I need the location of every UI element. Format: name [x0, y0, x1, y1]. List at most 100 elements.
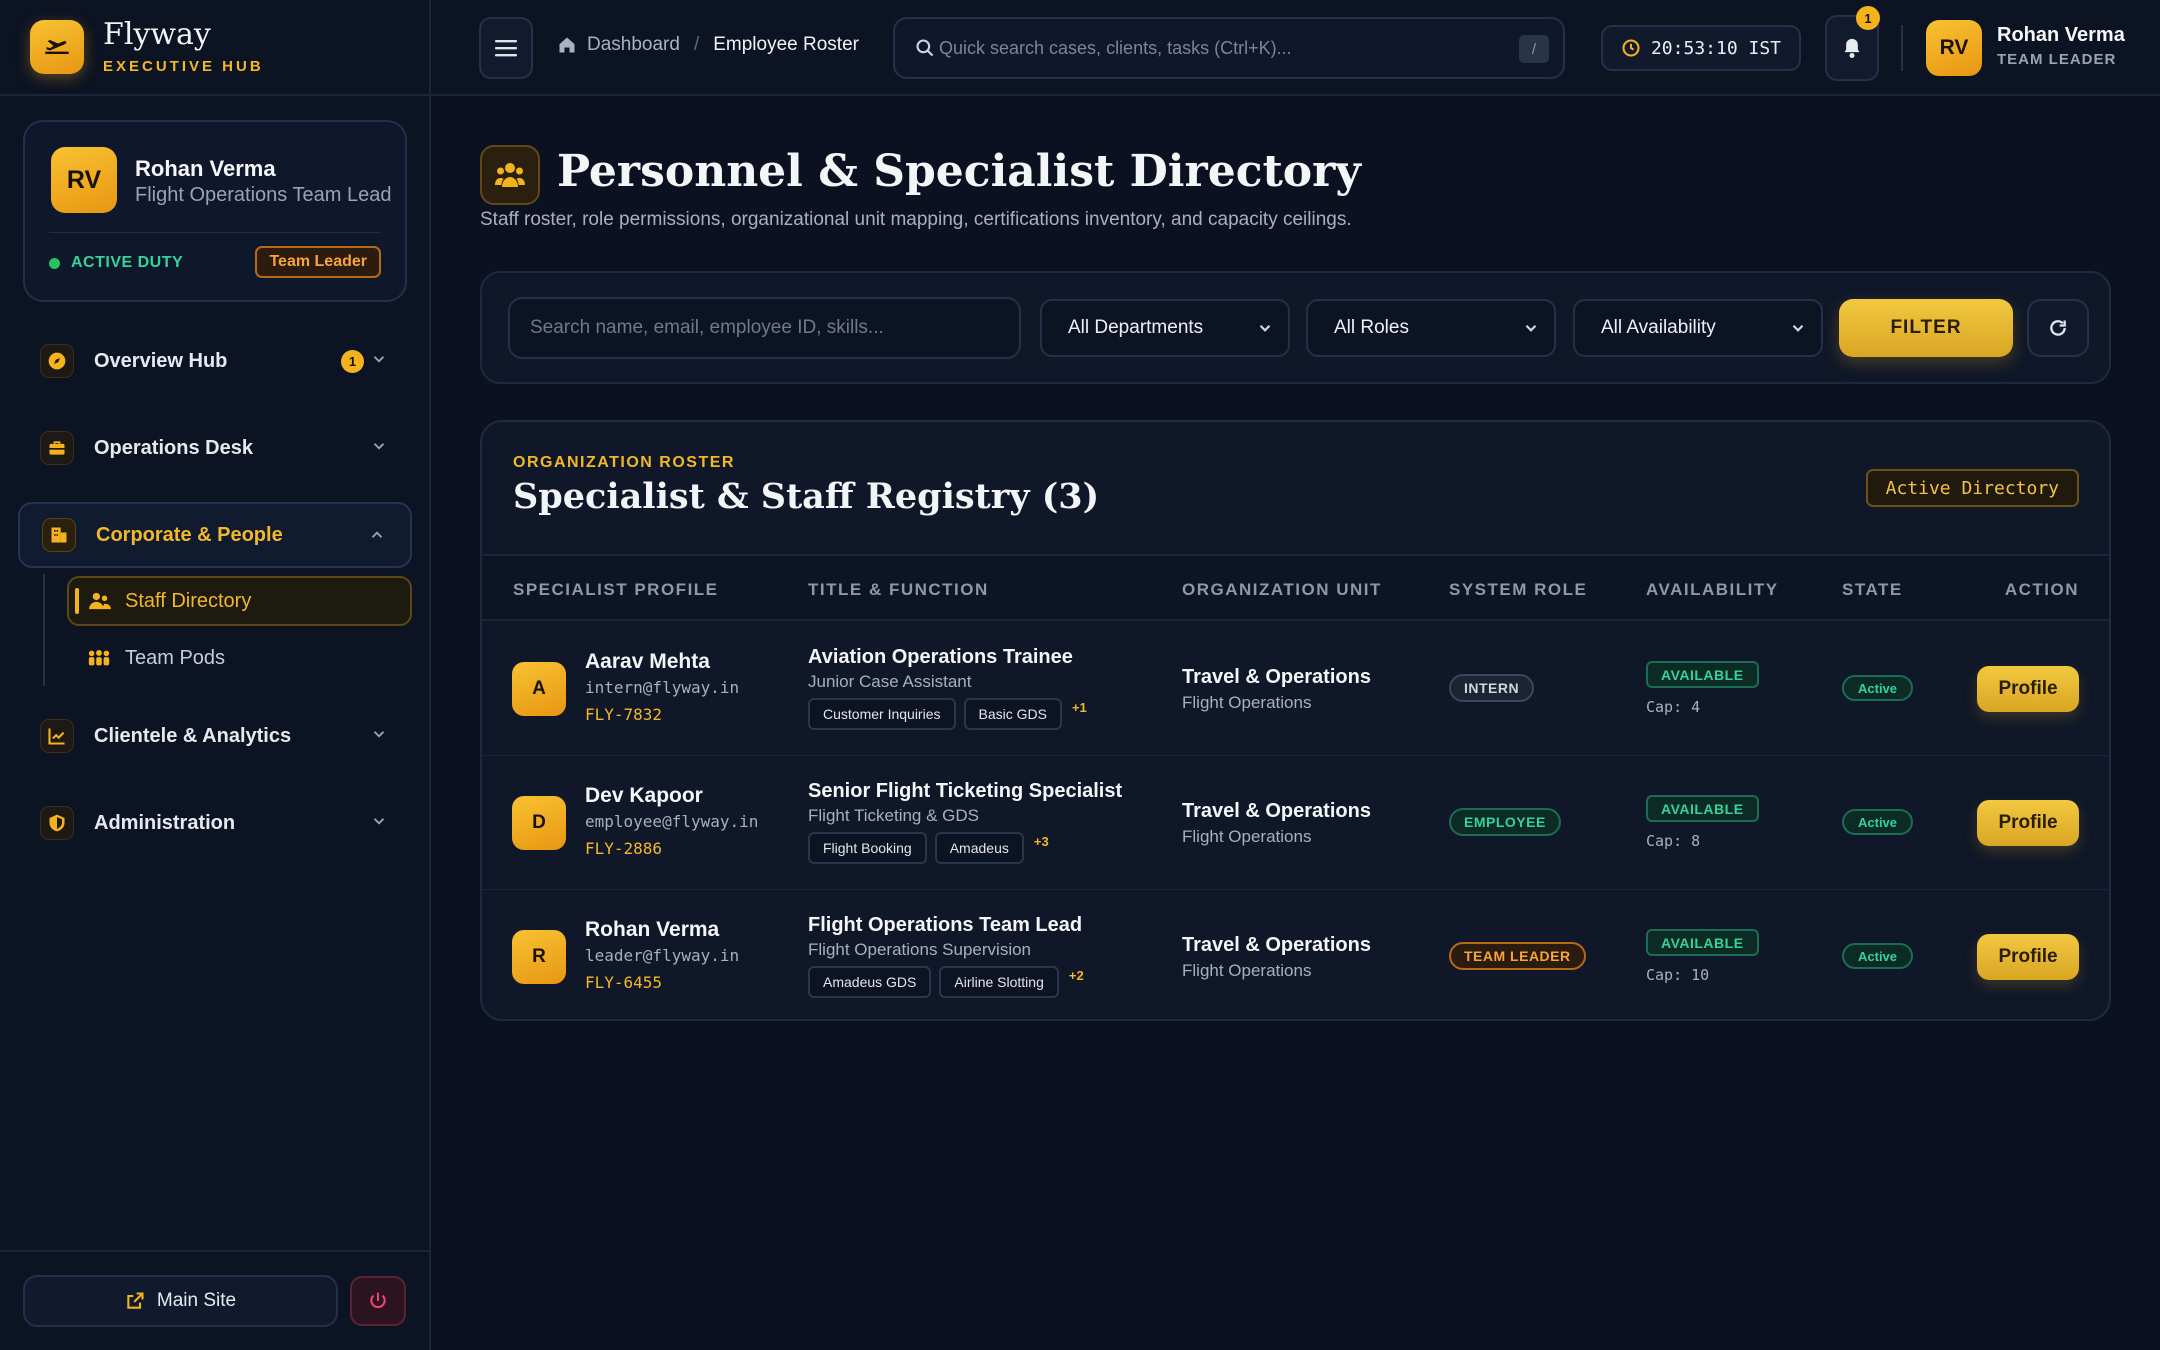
breadcrumb-separator: /: [693, 34, 700, 55]
duty-status-label: ACTIVE DUTY: [71, 254, 184, 271]
job-title: Flight Operations Team Lead: [808, 914, 1083, 936]
filter-bar: All Departments All Roles All Availabili…: [480, 271, 2111, 384]
skill-tag: Flight Booking: [808, 832, 927, 864]
brand-subtitle: EXECUTIVE HUB: [103, 57, 264, 75]
sub-item-staff-directory[interactable]: Staff Directory: [67, 576, 412, 626]
chevron-down-icon: [370, 725, 388, 743]
logout-button[interactable]: [350, 1276, 406, 1326]
job-function: Flight Operations Supervision: [808, 940, 1032, 959]
job-title: Aviation Operations Trainee: [808, 646, 1073, 668]
notification-count-badge: 1: [1856, 6, 1880, 30]
nav-overview-hub[interactable]: Overview Hub 1: [18, 328, 412, 394]
chevron-down-icon: [370, 437, 388, 455]
capacity-label: Cap: 4: [1646, 698, 1701, 716]
system-role-badge: INTERN: [1449, 674, 1535, 702]
nav-clientele-analytics[interactable]: Clientele & Analytics: [18, 703, 412, 769]
brand[interactable]: Flyway EXECUTIVE HUB: [0, 0, 429, 96]
table-header: SPECIALIST PROFILE TITLE & FUNCTION ORGA…: [482, 554, 2109, 621]
shortcut-hint: /: [1519, 35, 1549, 63]
main-site-label: Main Site: [156, 1290, 237, 1311]
org-unit: Travel & Operations: [1182, 934, 1371, 956]
profile-button[interactable]: Profile: [1977, 666, 2079, 712]
nav-count-badge: 1: [341, 350, 364, 373]
chevron-down-icon: [1789, 319, 1807, 337]
chevron-down-icon: [370, 350, 388, 368]
nav-label: Clientele & Analytics: [94, 724, 292, 747]
specialist-id: FLY-7832: [585, 705, 663, 724]
job-title: Senior Flight Ticketing Specialist: [808, 780, 1123, 802]
directory-search-input[interactable]: [508, 297, 1021, 359]
specialist-email: intern@flyway.in: [585, 678, 740, 697]
nav-label: Operations Desk: [94, 436, 253, 459]
org-sub-unit: Flight Operations: [1182, 693, 1312, 712]
column-header: AVAILABILITY: [1646, 580, 1779, 599]
sub-item-label: Team Pods: [125, 646, 226, 669]
skill-tag: Amadeus: [934, 832, 1024, 864]
quick-search-input[interactable]: [939, 37, 1499, 59]
brand-name: Flyway: [103, 16, 211, 52]
skill-tag: Airline Slotting: [939, 966, 1059, 998]
role-select[interactable]: All Roles: [1306, 299, 1556, 357]
specialist-name: Aarav Mehta: [585, 650, 710, 673]
avatar: RV: [51, 147, 117, 213]
registry-title: Specialist & Staff Registry (3): [513, 476, 1100, 517]
table-row: A Aarav Mehta intern@flyway.in FLY-7832 …: [482, 622, 2109, 756]
avatar[interactable]: RV: [1926, 20, 1982, 76]
availability-badge: AVAILABLE: [1646, 929, 1759, 956]
nav-label: Overview Hub: [94, 349, 228, 372]
column-header: TITLE & FUNCTION: [808, 580, 989, 599]
specialist-name: Dev Kapoor: [585, 784, 703, 807]
users-icon: [480, 145, 540, 205]
submenu-rail: [43, 574, 45, 686]
profile-button[interactable]: Profile: [1977, 800, 2079, 846]
table-row: R Rohan Verma leader@flyway.in FLY-6455 …: [482, 890, 2109, 1019]
sidebar-footer-divider: [0, 1250, 429, 1252]
nav-corporate-people[interactable]: Corporate & People: [18, 502, 412, 568]
role-select-value: All Roles: [1334, 317, 1409, 338]
briefcase-icon: [40, 431, 74, 465]
role-badge: Team Leader: [255, 246, 381, 278]
duty-status: ACTIVE DUTY: [49, 254, 183, 272]
availability-select[interactable]: All Availability: [1573, 299, 1823, 357]
skill-tag: Amadeus GDS: [808, 966, 932, 998]
specialist-id: FLY-6455: [585, 973, 663, 992]
filter-button[interactable]: FILTER: [1839, 299, 2013, 357]
org-sub-unit: Flight Operations: [1182, 827, 1312, 846]
org-unit: Travel & Operations: [1182, 666, 1371, 688]
breadcrumb-current: Employee Roster: [713, 34, 859, 55]
breadcrumb-dashboard-link[interactable]: Dashboard: [587, 34, 680, 56]
compass-icon: [40, 344, 74, 378]
divider: [49, 232, 381, 233]
people-group-icon: [87, 649, 111, 667]
chart-line-icon: [40, 719, 74, 753]
more-skills-count: +1: [1071, 700, 1087, 715]
home-icon: [557, 35, 577, 55]
state-badge: Active: [1842, 943, 1914, 969]
search-icon: [915, 38, 935, 58]
building-icon: [42, 518, 76, 552]
sub-item-label: Staff Directory: [125, 589, 252, 612]
user-name: Rohan Verma: [135, 156, 276, 181]
availability-badge: AVAILABLE: [1646, 795, 1759, 822]
chevron-down-icon: [370, 812, 388, 830]
state-badge: Active: [1842, 809, 1914, 835]
user-card: RV Rohan Verma Flight Operations Team Le…: [23, 120, 407, 302]
sub-item-team-pods[interactable]: Team Pods: [67, 633, 412, 683]
menu-toggle-button[interactable]: [479, 17, 533, 79]
department-select[interactable]: All Departments: [1040, 299, 1290, 357]
sidebar: Flyway EXECUTIVE HUB RV Rohan Verma Flig…: [0, 0, 431, 1350]
profile-button[interactable]: Profile: [1977, 934, 2079, 980]
topbar-user-name[interactable]: Rohan Verma: [1997, 24, 2125, 47]
skill-tags: Amadeus GDS Airline Slotting +2: [808, 966, 1084, 998]
chevron-down-icon: [1256, 319, 1274, 337]
nav-operations-desk[interactable]: Operations Desk: [18, 415, 412, 481]
nav-administration[interactable]: Administration: [18, 790, 412, 856]
specialist-email: employee@flyway.in: [585, 812, 759, 831]
registry-table-card: ORGANIZATION ROSTER Specialist & Staff R…: [480, 420, 2111, 1021]
refresh-button[interactable]: [2027, 299, 2089, 357]
topbar: Dashboard / Employee Roster / 20:53:10 I…: [431, 0, 2160, 96]
job-function: Flight Ticketing & GDS: [808, 806, 980, 825]
user-role: Flight Operations Team Lead: [135, 184, 392, 206]
main-site-button[interactable]: Main Site: [23, 1275, 338, 1327]
specialist-name: Rohan Verma: [585, 918, 720, 941]
